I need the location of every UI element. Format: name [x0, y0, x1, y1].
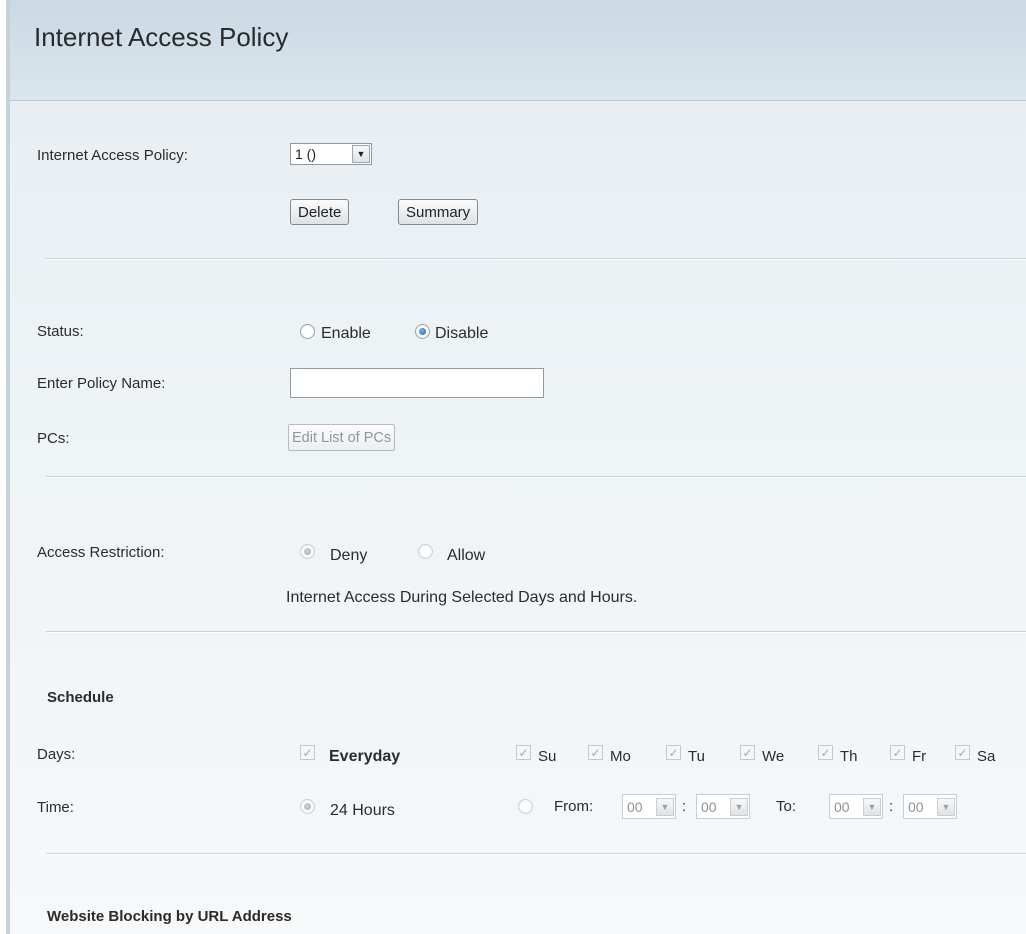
- divider: [46, 853, 1026, 855]
- deny-label: Deny: [330, 547, 368, 564]
- to-minute-select[interactable]: 00 ▼: [903, 794, 957, 819]
- status-label: Status:: [37, 323, 84, 340]
- status-disable-radio[interactable]: [415, 324, 430, 339]
- from-hour-select[interactable]: 00 ▼: [622, 794, 676, 819]
- day-label-th: Th: [840, 748, 858, 765]
- delete-button[interactable]: Delete: [290, 199, 350, 225]
- to-hour-select[interactable]: 00 ▼: [829, 794, 883, 819]
- status-disable-label: Disable: [435, 325, 489, 342]
- chevron-down-icon[interactable]: ▼: [937, 797, 955, 816]
- time-range-radio[interactable]: [518, 799, 533, 814]
- website-blocking-heading: Website Blocking by URL Address: [47, 908, 292, 925]
- schedule-heading: Schedule: [47, 689, 114, 706]
- status-enable-radio[interactable]: [300, 324, 315, 339]
- from-label: From:: [554, 798, 594, 815]
- day-label-sa: Sa: [977, 748, 996, 765]
- day-checkbox-su[interactable]: ✓: [516, 745, 531, 760]
- hours24-label: 24 Hours: [330, 802, 395, 819]
- page-header: Internet Access Policy: [10, 0, 1026, 101]
- day-checkbox-we[interactable]: ✓: [740, 745, 755, 760]
- chevron-down-icon[interactable]: ▼: [352, 145, 370, 163]
- policy-select-value: 1 (): [295, 146, 316, 162]
- day-label-mo: Mo: [610, 748, 631, 765]
- time-colon: :: [682, 798, 687, 815]
- deny-radio[interactable]: [300, 544, 315, 559]
- policy-name-input[interactable]: [290, 368, 544, 398]
- time-label: Time:: [37, 799, 74, 816]
- allow-radio[interactable]: [418, 544, 433, 559]
- main-content: Internet Access Policy: 1 () ▼ Delete Su…: [10, 101, 1026, 934]
- time-colon: :: [889, 798, 894, 815]
- divider: [46, 476, 1026, 478]
- from-minute-select[interactable]: 00 ▼: [696, 794, 750, 819]
- policy-select[interactable]: 1 () ▼: [290, 143, 372, 165]
- chevron-down-icon[interactable]: ▼: [863, 797, 881, 816]
- day-label-su: Su: [538, 748, 557, 765]
- day-checkbox-mo[interactable]: ✓: [588, 745, 603, 760]
- access-restriction-note: Internet Access During Selected Days and…: [286, 589, 638, 606]
- page: Internet Access Policy Internet Access P…: [0, 0, 1026, 934]
- from-hour-value: 00: [627, 798, 643, 815]
- hours24-radio[interactable]: [300, 799, 315, 814]
- everyday-checkbox[interactable]: ✓: [300, 745, 315, 760]
- day-label-we: We: [762, 748, 785, 765]
- policy-select-label: Internet Access Policy:: [37, 147, 188, 164]
- edit-list-of-pcs-button[interactable]: Edit List of PCs: [288, 424, 396, 451]
- everyday-label: Everyday: [329, 748, 401, 765]
- chevron-down-icon[interactable]: ▼: [656, 797, 674, 816]
- policy-name-label: Enter Policy Name:: [37, 375, 166, 392]
- to-label: To:: [776, 798, 797, 815]
- chevron-down-icon[interactable]: ▼: [730, 797, 748, 816]
- page-title: Internet Access Policy: [34, 22, 289, 52]
- day-checkbox-sa[interactable]: ✓: [955, 745, 970, 760]
- left-border: [0, 0, 10, 934]
- day-checkbox-th[interactable]: ✓: [818, 745, 833, 760]
- pcs-label: PCs:: [37, 430, 70, 447]
- day-checkbox-tu[interactable]: ✓: [666, 745, 681, 760]
- day-checkbox-fr[interactable]: ✓: [890, 745, 905, 760]
- status-enable-label: Enable: [321, 325, 371, 342]
- divider: [46, 631, 1026, 633]
- allow-label: Allow: [447, 547, 486, 564]
- days-label: Days:: [37, 746, 76, 763]
- to-hour-value: 00: [834, 798, 850, 815]
- access-restriction-label: Access Restriction:: [37, 544, 165, 561]
- day-label-fr: Fr: [912, 748, 927, 765]
- summary-button[interactable]: Summary: [398, 199, 479, 225]
- day-label-tu: Tu: [688, 748, 705, 765]
- from-minute-value: 00: [701, 798, 717, 815]
- divider: [46, 258, 1026, 260]
- to-minute-value: 00: [908, 798, 924, 815]
